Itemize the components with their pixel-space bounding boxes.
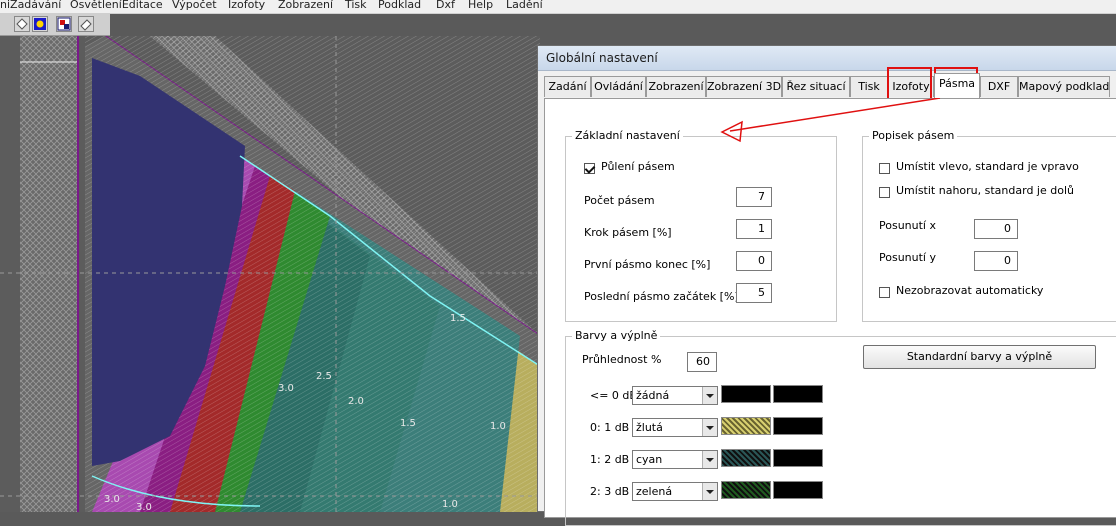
contour-label: 1.5: [400, 418, 416, 429]
tab-rez-situaci[interactable]: Řez situací: [782, 76, 850, 97]
posledni-pasmo-input[interactable]: 5: [736, 283, 772, 303]
select-value: žlutá: [636, 421, 663, 434]
pasma-panel: Základní nastavení Půlení pásem Počet pá…: [544, 98, 1116, 526]
contour-label: 1.0: [442, 499, 458, 510]
posun-y-input[interactable]: 0: [974, 251, 1018, 271]
band-row-label: 2: 3 dB: [590, 485, 630, 498]
menu-item-dxf[interactable]: Dxf: [436, 0, 455, 11]
band-row-label: 0: 1 dB: [590, 421, 630, 434]
tab-tisk[interactable]: Tisk: [850, 76, 888, 97]
umistit-vlevo-checkbox[interactable]: [879, 163, 890, 174]
toolbar: [0, 13, 110, 36]
contour-label: 2.0: [348, 396, 364, 407]
tab-zadani[interactable]: Zadání: [544, 76, 591, 97]
posledni-pasmo-label: Poslední pásmo začátek [%]: [584, 290, 739, 303]
nezobrazovat-checkbox[interactable]: [879, 287, 890, 298]
pocet-pasem-input[interactable]: 7: [736, 187, 772, 207]
outline-swatch[interactable]: [773, 385, 823, 403]
outline-swatch[interactable]: [773, 417, 823, 435]
select-value: cyan: [636, 453, 663, 466]
contour-label: 2.5: [316, 371, 332, 382]
menu-item-tisk[interactable]: Tisk: [345, 0, 367, 11]
band-fill-select[interactable]: žlutá: [632, 418, 718, 437]
band-row-label: <= 0 dB: [590, 389, 637, 402]
puleni-label: Půlení pásem: [601, 160, 675, 173]
select-value: žádná: [636, 389, 670, 402]
band-fill-select[interactable]: zelená: [632, 482, 718, 501]
menu-item-zadavani[interactable]: niZadávání: [0, 0, 61, 11]
dialog-title: Globální nastavení: [546, 51, 658, 65]
band-fill-select[interactable]: cyan: [632, 450, 718, 469]
chevron-down-icon[interactable]: [702, 419, 717, 436]
chevron-down-icon[interactable]: [702, 387, 717, 404]
outline-swatch[interactable]: [773, 481, 823, 499]
contour-label: 3.0: [136, 502, 152, 512]
menu-item-izofoty[interactable]: Izofoty: [228, 0, 265, 11]
menu-item-vypocet[interactable]: Výpočet: [172, 0, 217, 11]
menu-item-osvetleni-editace[interactable]: OsvětleníEditace: [70, 0, 163, 11]
eraser-icon[interactable]: [78, 16, 94, 32]
band-row-label: 1: 2 dB: [590, 453, 630, 466]
pocet-pasem-label: Počet pásem: [584, 194, 655, 207]
group-zakladni-nastaveni: Základní nastavení Půlení pásem Počet pá…: [565, 129, 837, 322]
diamond-icon[interactable]: [14, 16, 30, 32]
menu-item-podklad[interactable]: Podklad: [378, 0, 421, 11]
puleni-checkbox[interactable]: [584, 163, 595, 174]
contour-label: 3.0: [278, 383, 294, 394]
pruhlednost-label: Průhlednost %: [582, 353, 662, 366]
drawing-canvas[interactable]: 1.5 3.0 2.5 2.0 1.5 1.0 3.0 1.0 3.0: [0, 35, 541, 513]
contour-label: 3.0: [104, 494, 120, 505]
group-title: Základní nastavení: [572, 129, 683, 142]
umistit-vlevo-label: Umístit vlevo, standard je vpravo: [896, 160, 1079, 173]
dialog-titlebar[interactable]: Globální nastavení: [538, 46, 1116, 71]
umistit-nahoru-checkbox[interactable]: [879, 187, 890, 198]
menu-item-ladeni[interactable]: Ladění: [506, 0, 543, 11]
fill-swatch[interactable]: [721, 417, 771, 435]
chevron-down-icon[interactable]: [702, 483, 717, 500]
fill-swatch[interactable]: [721, 481, 771, 499]
menu-bar: niZadávání OsvětleníEditace Výpočet Izof…: [0, 0, 1116, 14]
global-settings-dialog: Globální nastavení Zadání Ovládání Zobra…: [537, 45, 1116, 526]
menu-item-zobrazeni[interactable]: Zobrazení: [278, 0, 333, 11]
cursor-icon[interactable]: [56, 16, 72, 32]
standard-colors-button[interactable]: Standardní barvy a výplně: [863, 345, 1096, 369]
fill-swatch[interactable]: [721, 385, 771, 403]
umistit-nahoru-label: Umístit nahoru, standard je dolů: [896, 184, 1074, 197]
sun-icon[interactable]: [32, 16, 48, 32]
tab-zobrazeni-3d[interactable]: Zobrazení 3D: [706, 76, 782, 97]
posun-x-label: Posunutí x: [879, 219, 936, 232]
krok-pasem-label: Krok pásem [%]: [584, 226, 672, 239]
band-fill-select[interactable]: žádná: [632, 386, 718, 405]
posun-x-input[interactable]: 0: [974, 219, 1018, 239]
tab-zobrazeni[interactable]: Zobrazení: [646, 76, 706, 97]
posun-y-label: Posunutí y: [879, 251, 936, 264]
prvni-pasmo-label: První pásmo konec [%]: [584, 258, 711, 271]
tab-dxf[interactable]: DXF: [980, 76, 1018, 97]
prvni-pasmo-input[interactable]: 0: [736, 251, 772, 271]
select-value: zelená: [636, 485, 673, 498]
nezobrazovat-label: Nezobrazovat automaticky: [896, 284, 1044, 297]
group-barvy-a-vyplne: Barvy a výplně Průhlednost % 60 Standard…: [565, 329, 1116, 526]
highlight-izofoty: [887, 67, 932, 101]
tab-pasma[interactable]: Pásma: [934, 73, 980, 98]
contour-label: 1.0: [490, 421, 506, 432]
outline-swatch[interactable]: [773, 449, 823, 467]
chevron-down-icon[interactable]: [702, 451, 717, 468]
group-title: Popisek pásem: [869, 129, 958, 142]
menu-item-help[interactable]: Help: [468, 0, 493, 11]
group-popisek-pasem: Popisek pásem Umístit vlevo, standard je…: [862, 129, 1116, 322]
contour-label: 1.5: [450, 313, 466, 324]
krok-pasem-input[interactable]: 1: [736, 219, 772, 239]
tab-mapovy-podklad[interactable]: Mapový podklad: [1018, 76, 1110, 97]
fill-swatch[interactable]: [721, 449, 771, 467]
pruhlednost-input[interactable]: 60: [687, 352, 717, 372]
tab-ovladani[interactable]: Ovládání: [591, 76, 646, 97]
group-title: Barvy a výplně: [572, 329, 661, 342]
